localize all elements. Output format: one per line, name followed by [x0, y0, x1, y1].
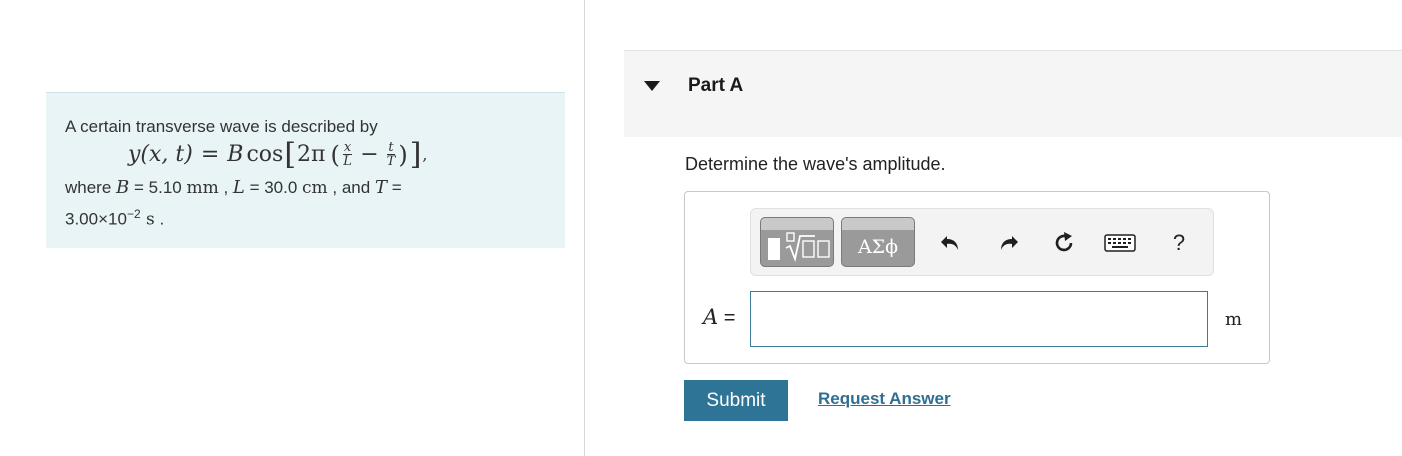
wave-equation: y(x, t) = B cos [ 2π ( x L − t T ) ] ,: [128, 137, 428, 177]
eq-paren-open: (: [330, 140, 340, 169]
part-a-header[interactable]: Part A: [624, 50, 1402, 137]
sqrt-template-icon: [785, 232, 830, 262]
column-divider: [584, 0, 585, 456]
math-toolbar: ΑΣϕ ?: [750, 208, 1214, 276]
eq-minus: −: [360, 142, 379, 167]
eq-frac-t-over-T: t T: [386, 140, 396, 169]
problem-period: 3.00×10−2 s .: [65, 207, 165, 230]
eq-frac-x-over-L: x L: [342, 140, 353, 169]
answer-label: A =: [703, 305, 736, 329]
request-answer-link[interactable]: Request Answer: [818, 389, 951, 409]
templates-button[interactable]: [760, 217, 834, 267]
eq-paren-close: ): [398, 140, 408, 169]
answer-unit: m: [1225, 309, 1243, 330]
problem-statement: A certain transverse wave is described b…: [46, 92, 565, 248]
part-title: Part A: [688, 75, 744, 96]
eq-func: cos: [246, 142, 284, 167]
problem-intro: A certain transverse wave is described b…: [65, 117, 378, 136]
keyboard-icon[interactable]: [1102, 229, 1138, 257]
question-text: Determine the wave's amplitude.: [685, 154, 946, 174]
eq-bracket-close: ]: [409, 137, 422, 172]
redo-icon[interactable]: [995, 229, 1023, 257]
eq-bracket-open: [: [284, 137, 297, 172]
undo-icon[interactable]: [936, 229, 964, 257]
collapse-caret-icon[interactable]: [644, 81, 660, 91]
eq-lhs: y(x, t): [128, 142, 193, 167]
eq-equals: =: [200, 142, 220, 167]
eq-amp: B: [227, 142, 244, 167]
submit-button[interactable]: Submit: [684, 380, 788, 421]
reset-icon[interactable]: [1050, 229, 1078, 257]
template-block-icon: [768, 238, 780, 260]
greek-symbols-label: ΑΣϕ: [857, 236, 899, 258]
problem-givens: where B = 5.10 mm , L = 30.0 cm , and T …: [65, 177, 402, 198]
eq-trail: ,: [422, 145, 428, 164]
answer-box: ΑΣϕ ? A = m: [684, 191, 1270, 364]
answer-input[interactable]: [750, 291, 1208, 347]
greek-symbols-button[interactable]: ΑΣϕ: [841, 217, 915, 267]
help-icon[interactable]: ?: [1165, 229, 1193, 257]
eq-two-pi: 2π: [297, 142, 326, 167]
